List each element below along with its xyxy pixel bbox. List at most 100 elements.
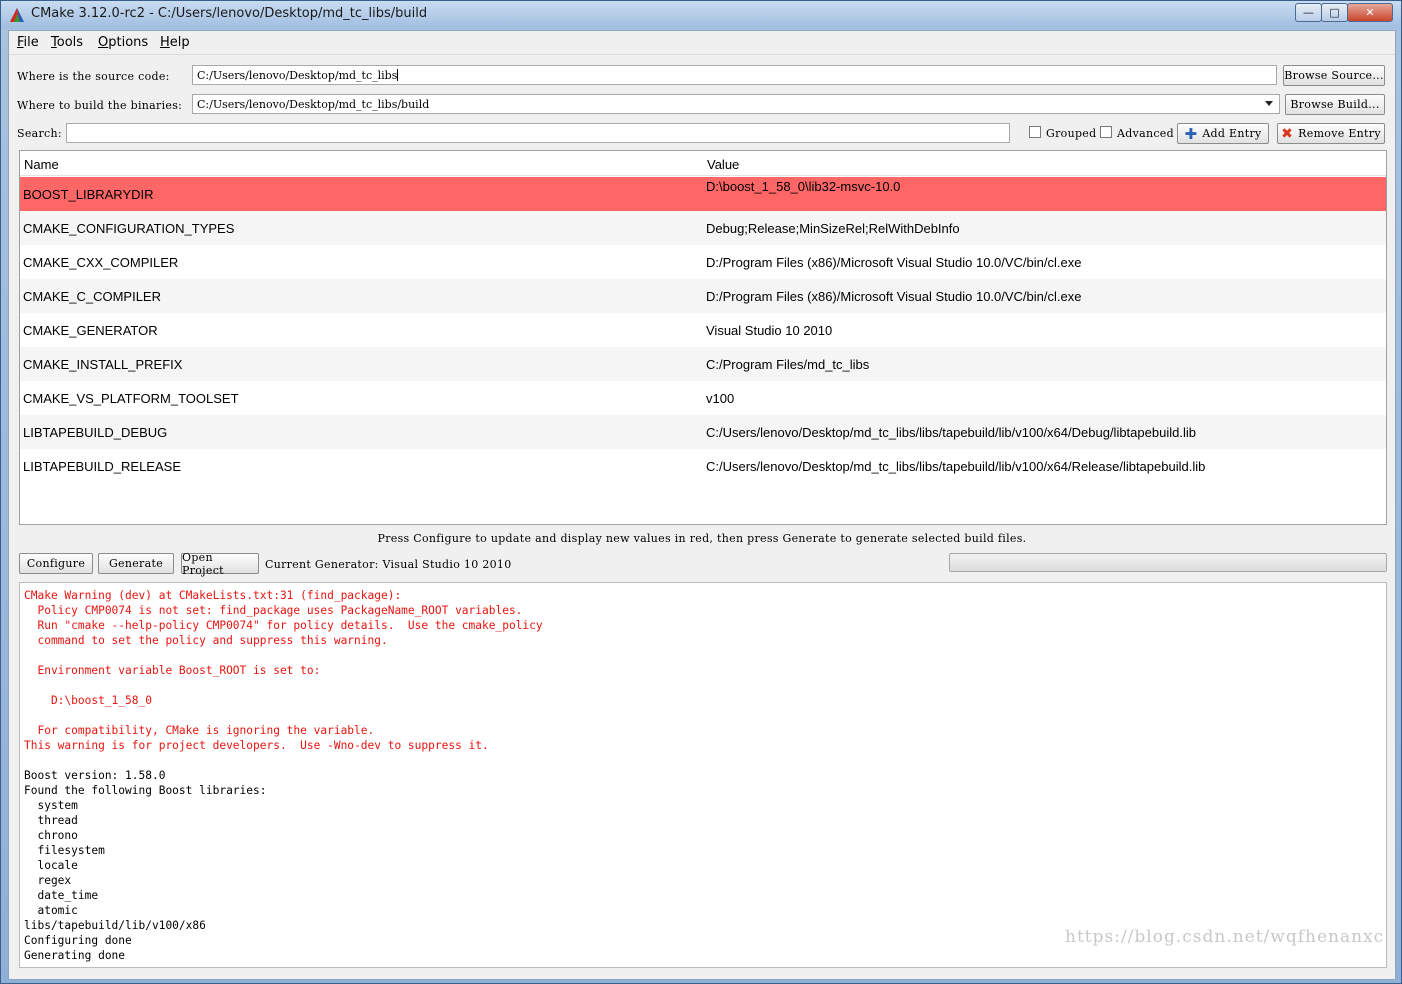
log-line: Run "cmake --help-policy CMP0074" for po… (24, 619, 543, 632)
cell-value[interactable]: D:\boost_1_58_0\lib32-msvc-10.0 (706, 179, 900, 194)
menu-tools-label: ools (56, 35, 84, 50)
log-line: locale (24, 859, 78, 872)
menu-tools[interactable]: Tools (51, 35, 83, 50)
log-line: For compatibility, CMake is ignoring the… (24, 724, 375, 737)
cell-name: CMAKE_INSTALL_PREFIX (23, 357, 183, 372)
cell-name: CMAKE_GENERATOR (23, 323, 158, 338)
close-button[interactable]: ✕ (1347, 3, 1393, 22)
configure-button[interactable]: Configure (19, 553, 93, 574)
grouped-label: Grouped (1046, 127, 1097, 140)
menu-file[interactable]: File (17, 35, 39, 50)
table-row[interactable]: BOOST_LIBRARYDIR D:\boost_1_58_0\lib32-ms… (20, 177, 1386, 211)
log-line: thread (24, 814, 78, 827)
cell-value[interactable]: C:/Users/lenovo/Desktop/md_tc_libs/libs/… (706, 425, 1196, 440)
log-line: regex (24, 874, 72, 887)
table-row[interactable]: LIBTAPEBUILD_DEBUG C:/Users/lenovo/Deskto… (20, 415, 1386, 449)
add-entry-button[interactable]: ✚ Add Entry (1177, 123, 1269, 144)
generate-label: Generate (108, 557, 164, 570)
close-icon: ✕ (1365, 6, 1375, 19)
source-label: Where is the source code: (17, 70, 170, 83)
log-line: Boost version: 1.58.0 (24, 769, 166, 782)
configure-label: Configure (26, 557, 86, 570)
log-line: Policy CMP0074 is not set: find_package … (24, 604, 523, 617)
cell-value[interactable]: C:/Program Files/md_tc_libs (706, 357, 869, 372)
remove-entry-button[interactable]: ✖ Remove Entry (1277, 123, 1385, 144)
column-header-value[interactable]: Value (707, 157, 739, 172)
chevron-down-icon[interactable] (1265, 101, 1273, 106)
build-combobox[interactable]: C:/Users/lenovo/Desktop/md_tc_libs/build (192, 94, 1280, 114)
build-combobox-value: C:/Users/lenovo/Desktop/md_tc_libs/build (197, 98, 430, 111)
menu-help-accel: H (160, 35, 170, 50)
cell-name: CMAKE_CONFIGURATION_TYPES (23, 221, 235, 236)
cell-value[interactable]: D:/Program Files (x86)/Microsoft Visual … (706, 289, 1081, 304)
log-line: chrono (24, 829, 78, 842)
source-input[interactable]: C:/Users/lenovo/Desktop/md_tc_libs (192, 65, 1277, 85)
cell-value[interactable]: v100 (706, 391, 734, 406)
table-row[interactable]: LIBTAPEBUILD_RELEASE C:/Users/lenovo/Desk… (20, 449, 1386, 483)
plus-icon: ✚ (1184, 124, 1198, 143)
table-row[interactable]: CMAKE_GENERATOR Visual Studio 10 2010 (20, 313, 1386, 347)
table-row[interactable]: CMAKE_VS_PLATFORM_TOOLSET v100 (20, 381, 1386, 415)
table-row[interactable]: CMAKE_C_COMPILER D:/Program Files (x86)/M… (20, 279, 1386, 313)
menu-file-label: ile (23, 35, 39, 50)
cell-name: LIBTAPEBUILD_RELEASE (23, 459, 181, 474)
minimize-button[interactable]: — (1295, 3, 1322, 22)
table-row[interactable]: CMAKE_CXX_COMPILER D:/Program Files (x86)… (20, 245, 1386, 279)
title-bar[interactable]: CMake 3.12.0-rc2 - C:/Users/lenovo/Deskt… (1, 1, 1401, 29)
minimize-icon: — (1303, 6, 1314, 19)
open-project-button[interactable]: Open Project (181, 550, 259, 577)
advanced-checkbox[interactable] (1100, 126, 1112, 138)
grouped-checkbox[interactable] (1029, 126, 1041, 138)
watermark: https://blog.csdn.net/wqfhenanxc (1065, 927, 1385, 947)
open-project-label: Open Project (182, 550, 224, 577)
log-line: atomic (24, 904, 78, 917)
cell-value[interactable]: C:/Users/lenovo/Desktop/md_tc_libs/libs/… (706, 459, 1205, 474)
menu-options-label: ptions (108, 35, 149, 50)
output-log[interactable]: CMake Warning (dev) at CMakeLists.txt:31… (19, 582, 1387, 968)
window-controls: — □ ✕ (1295, 3, 1393, 23)
log-line: Found the following Boost libraries: (24, 784, 267, 797)
search-label: Search: (17, 127, 62, 140)
log-line: CMake Warning (dev) at CMakeLists.txt:31… (24, 589, 402, 602)
log-line: command to set the policy and suppress t… (24, 634, 388, 647)
cell-name: CMAKE_C_COMPILER (23, 289, 161, 304)
cell-name: CMAKE_CXX_COMPILER (23, 255, 179, 270)
add-entry-label: Add Entry (1202, 127, 1262, 140)
column-header-name[interactable]: Name (24, 157, 59, 172)
log-line: D:\boost_1_58_0 (24, 694, 152, 707)
maximize-icon: □ (1329, 6, 1340, 19)
cell-value[interactable]: Debug;Release;MinSizeRel;RelWithDebInfo (706, 221, 960, 236)
log-line: system (24, 799, 78, 812)
log-line: Generating done (24, 949, 126, 962)
text-caret (397, 69, 399, 81)
menu-help[interactable]: Help (160, 35, 190, 50)
browse-source-label: Browse Source... (1284, 69, 1384, 82)
menu-options-accel: O (98, 35, 109, 50)
cell-value[interactable]: Visual Studio 10 2010 (706, 323, 832, 338)
browse-build-label: Browse Build... (1290, 98, 1380, 111)
log-line: filesystem (24, 844, 105, 857)
log-line: date_time (24, 889, 99, 902)
browse-source-button[interactable]: Browse Source... (1283, 65, 1385, 86)
log-line: This warning is for project developers. … (24, 739, 489, 752)
table-header: Name Value (20, 151, 1386, 176)
browse-build-button[interactable]: Browse Build... (1285, 94, 1385, 115)
progress-bar (949, 553, 1387, 572)
generate-button[interactable]: Generate (98, 553, 174, 574)
advanced-label: Advanced (1117, 127, 1174, 140)
menu-options[interactable]: Options (98, 35, 148, 50)
table-row[interactable]: CMAKE_INSTALL_PREFIX C:/Program Files/md_… (20, 347, 1386, 381)
maximize-button[interactable]: □ (1321, 3, 1348, 22)
menu-help-label: elp (169, 35, 190, 50)
log-line: Environment variable Boost_ROOT is set t… (24, 664, 321, 677)
search-input[interactable] (66, 123, 1010, 143)
cache-table[interactable]: Name Value BOOST_LIBRARYDIR D:\boost_1_58… (19, 150, 1387, 525)
cell-value[interactable]: D:/Program Files (x86)/Microsoft Visual … (706, 255, 1081, 270)
cmake-window: CMake 3.12.0-rc2 - C:/Users/lenovo/Deskt… (0, 0, 1402, 984)
source-input-value: C:/Users/lenovo/Desktop/md_tc_libs (197, 69, 398, 82)
table-row[interactable]: CMAKE_CONFIGURATION_TYPES Debug;Release;M… (20, 211, 1386, 245)
